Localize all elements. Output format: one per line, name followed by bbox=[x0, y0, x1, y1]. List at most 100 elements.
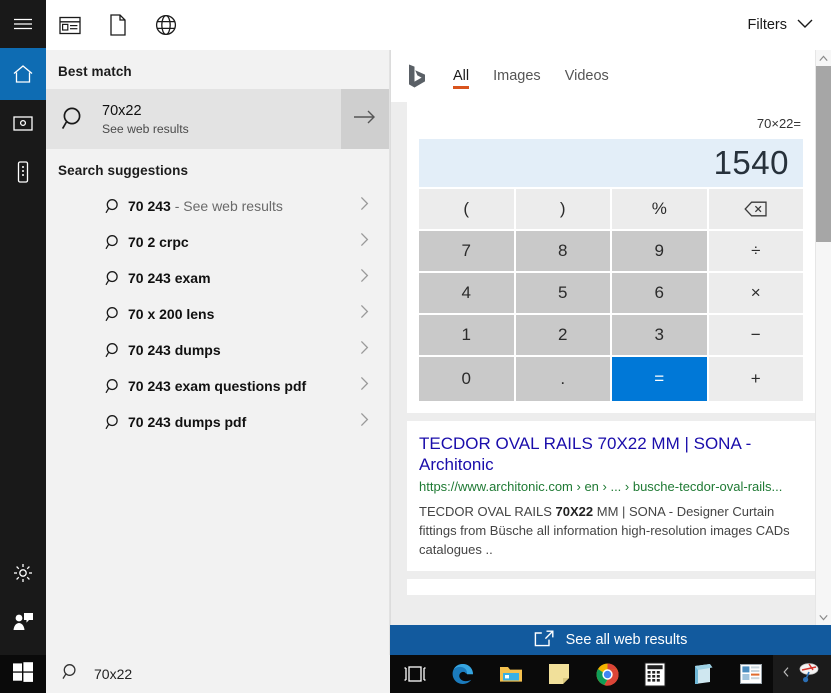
calc-key-÷[interactable]: ÷ bbox=[709, 231, 804, 271]
see-all-label: See all web results bbox=[566, 632, 688, 648]
bing-scrollbar[interactable] bbox=[815, 50, 831, 625]
tray-app-icon[interactable] bbox=[796, 661, 822, 688]
taskbar-app-buttons bbox=[396, 655, 770, 693]
calc-key-1[interactable]: 1 bbox=[419, 315, 514, 355]
web-result-url[interactable]: https://www.architonic.com › en › ... › … bbox=[419, 478, 803, 495]
search-icon bbox=[62, 663, 80, 686]
search-icon bbox=[102, 306, 124, 323]
calc-key-−[interactable]: − bbox=[709, 315, 804, 355]
windows-search-screen: Filters Best match 70x22 See web results… bbox=[0, 0, 831, 693]
calc-key-2[interactable]: 2 bbox=[516, 315, 611, 355]
calc-key-.[interactable]: . bbox=[516, 357, 611, 401]
calculator-icon[interactable] bbox=[636, 655, 674, 693]
file-explorer-icon[interactable] bbox=[492, 655, 530, 693]
sidebar-item-devices[interactable] bbox=[0, 148, 46, 196]
chevron-right-icon[interactable] bbox=[360, 232, 369, 252]
web-icon[interactable] bbox=[142, 0, 190, 50]
web-result-card: TECDOR OVAL RAILS 70X22 MM | SONA - Arch… bbox=[407, 421, 815, 571]
chevron-down-icon bbox=[797, 17, 813, 33]
backspace-icon[interactable] bbox=[709, 189, 804, 229]
store-icon[interactable] bbox=[684, 655, 722, 693]
suggestion-row[interactable]: 70 243 - See web results bbox=[46, 188, 389, 224]
see-all-web-results-button[interactable]: See all web results bbox=[390, 625, 831, 655]
calc-key-0[interactable]: 0 bbox=[419, 357, 514, 401]
sidebar-item-home[interactable] bbox=[0, 48, 46, 100]
suggestions-list: 70 243 - See web results70 2 crpc70 243 … bbox=[46, 188, 389, 440]
edge-icon[interactable] bbox=[444, 655, 482, 693]
calc-key-=[interactable]: = bbox=[612, 357, 707, 401]
tab-all[interactable]: All bbox=[441, 50, 481, 102]
scroll-up-icon[interactable] bbox=[816, 50, 831, 66]
chrome-icon[interactable] bbox=[588, 655, 626, 693]
calc-key-8[interactable]: 8 bbox=[516, 231, 611, 271]
window-icon[interactable] bbox=[732, 655, 770, 693]
taskbar: 70x22 bbox=[0, 655, 831, 693]
filters-label: Filters bbox=[748, 17, 787, 33]
search-icon bbox=[102, 270, 124, 287]
web-result-snippet: TECDOR OVAL RAILS 70X22 MM | SONA - Desi… bbox=[419, 502, 803, 559]
sticky-notes-icon[interactable] bbox=[540, 655, 578, 693]
calc-key-+[interactable]: + bbox=[709, 357, 804, 401]
taskbar-search-box[interactable]: 70x22 bbox=[46, 655, 390, 693]
task-view-icon[interactable] bbox=[396, 655, 434, 693]
sidebar-item-notebook[interactable] bbox=[0, 100, 46, 148]
calc-key-6[interactable]: 6 bbox=[612, 273, 707, 313]
suggestion-row[interactable]: 70 x 200 lens bbox=[46, 296, 389, 332]
system-tray[interactable] bbox=[773, 655, 831, 693]
suggestion-label: 70 x 200 lens bbox=[128, 306, 214, 322]
web-result-title[interactable]: TECDOR OVAL RAILS 70X22 MM | SONA - Arch… bbox=[419, 433, 803, 475]
calc-key-7[interactable]: 7 bbox=[419, 231, 514, 271]
snippet-highlight: 70X22 bbox=[556, 504, 594, 519]
search-input-value[interactable]: 70x22 bbox=[94, 666, 132, 682]
tab-videos[interactable]: Videos bbox=[553, 50, 621, 102]
search-icon bbox=[102, 234, 124, 251]
bing-header: AllImagesVideos bbox=[391, 50, 831, 102]
suggestion-row[interactable]: 70 243 dumps pdf bbox=[46, 404, 389, 440]
chevron-right-icon[interactable] bbox=[360, 268, 369, 288]
chevron-right-icon[interactable] bbox=[360, 196, 369, 216]
best-match-row[interactable]: 70x22 See web results bbox=[46, 89, 389, 149]
chevron-right-icon[interactable] bbox=[360, 304, 369, 324]
best-match-title: 70x22 bbox=[102, 103, 189, 119]
apps-icon[interactable] bbox=[46, 0, 94, 50]
windows-logo-icon bbox=[13, 662, 33, 687]
calc-key-3[interactable]: 3 bbox=[612, 315, 707, 355]
calc-key-×[interactable]: × bbox=[709, 273, 804, 313]
best-match-subtitle: See web results bbox=[102, 122, 189, 136]
best-match-open-button[interactable] bbox=[341, 89, 389, 149]
bing-logo-icon bbox=[407, 63, 441, 89]
calc-key-%[interactable]: % bbox=[612, 189, 707, 229]
calc-key-9[interactable]: 9 bbox=[612, 231, 707, 271]
search-icon bbox=[102, 414, 124, 431]
hamburger-icon[interactable] bbox=[0, 0, 46, 48]
search-icon bbox=[46, 106, 102, 132]
chevron-right-icon[interactable] bbox=[360, 376, 369, 396]
calculator-keypad: ()% 789÷ 456× 123− 0.=+ bbox=[419, 189, 803, 401]
filters-dropdown[interactable]: Filters bbox=[748, 17, 813, 33]
chevron-right-icon[interactable] bbox=[360, 412, 369, 432]
chevron-right-icon[interactable] bbox=[360, 340, 369, 360]
bing-scroll-region: 70×22= 154 0 ()% 789÷ 456× 123− 0.=+ TECDOR O… bbox=[391, 102, 831, 625]
suggestion-row[interactable]: 70 243 dumps bbox=[46, 332, 389, 368]
start-button[interactable] bbox=[0, 655, 46, 693]
suggestion-label: 70 243 dumps bbox=[128, 342, 221, 358]
suggestion-row[interactable]: 70 243 exam bbox=[46, 260, 389, 296]
calc-key-)[interactable]: ) bbox=[516, 189, 611, 229]
bing-preview-panel: AllImagesVideos 70×22= 154 0 ()% 789÷ 456× 1… bbox=[390, 50, 831, 625]
scroll-down-icon[interactable] bbox=[816, 609, 831, 625]
sidebar-item-feedback[interactable] bbox=[0, 597, 46, 645]
suggestion-row[interactable]: 70 2 crpc bbox=[46, 224, 389, 260]
calc-key-4[interactable]: 4 bbox=[419, 273, 514, 313]
bing-tabs: AllImagesVideos bbox=[441, 50, 621, 102]
tab-images[interactable]: Images bbox=[481, 50, 553, 102]
suggestion-label: 70 243 exam questions pdf bbox=[128, 378, 306, 394]
calc-key-5[interactable]: 5 bbox=[516, 273, 611, 313]
calculator-expression: 70×22= bbox=[419, 114, 803, 139]
results-left-panel: Best match 70x22 See web results Search … bbox=[46, 50, 390, 655]
tray-chevron-icon[interactable] bbox=[782, 665, 790, 683]
calc-key-([interactable]: ( bbox=[419, 189, 514, 229]
sidebar-item-settings[interactable] bbox=[0, 549, 46, 597]
documents-icon[interactable] bbox=[94, 0, 142, 50]
scrollbar-thumb[interactable] bbox=[816, 66, 831, 242]
suggestion-row[interactable]: 70 243 exam questions pdf bbox=[46, 368, 389, 404]
